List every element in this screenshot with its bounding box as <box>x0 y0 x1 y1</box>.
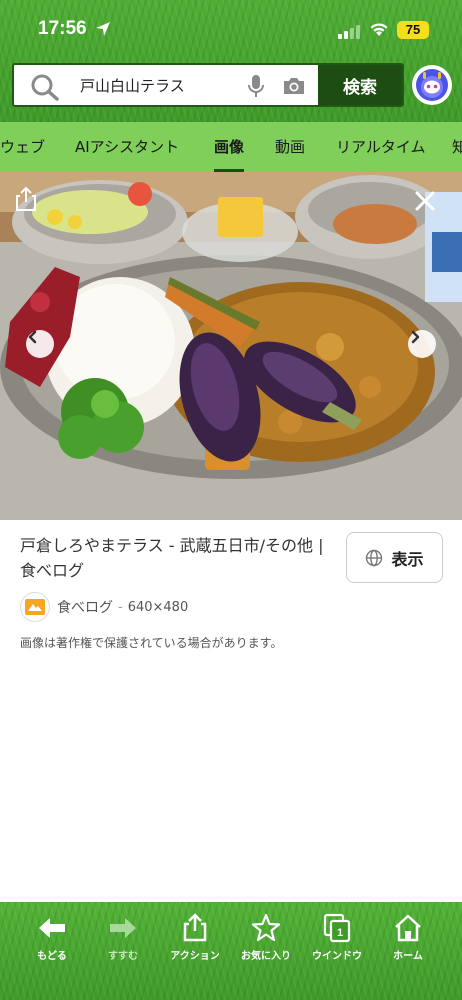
tab-web[interactable]: ウェブ <box>0 122 45 172</box>
action-label: アクション <box>170 951 220 962</box>
result-title-link[interactable]: 戸倉しろやまテラス - 武蔵五日市/その他 | 食べログ <box>20 533 340 583</box>
next-image-button[interactable] <box>408 330 436 358</box>
location-arrow-icon <box>95 21 111 41</box>
share-image-button[interactable] <box>14 186 48 220</box>
view-button-label: 表示 <box>391 549 424 569</box>
tab-knowledge[interactable]: 知 <box>452 122 462 172</box>
image-size: 640×480 <box>127 599 189 615</box>
action-button[interactable]: アクション <box>160 912 230 968</box>
back-label: もどる <box>37 951 67 962</box>
home-label: ホーム <box>393 951 423 962</box>
search-input[interactable] <box>80 65 240 105</box>
image-preview[interactable] <box>0 172 462 520</box>
windows-label: ウインドウ <box>312 951 362 962</box>
camera-icon[interactable] <box>282 76 306 100</box>
search-button[interactable]: 検索 <box>318 65 402 105</box>
view-page-button[interactable]: 表示 <box>346 532 443 583</box>
tabelog-logo-icon <box>25 599 45 615</box>
close-icon <box>415 191 435 211</box>
source-row: 食べログ - 640×480 <box>20 592 188 622</box>
home-button[interactable]: ホーム <box>373 912 443 968</box>
forward-label: すすむ <box>108 951 138 962</box>
tab-videos[interactable]: 動画 <box>275 122 305 172</box>
windows-icon: 1 <box>323 913 351 943</box>
tab-realtime[interactable]: リアルタイム <box>336 122 426 172</box>
source-logo <box>20 592 50 622</box>
cellular-signal-icon <box>338 24 360 43</box>
forward-button[interactable]: すすむ <box>88 912 158 968</box>
battery-indicator: 75 <box>397 21 429 39</box>
source-name: 食べログ <box>57 600 113 616</box>
favorites-button[interactable]: お気に入り <box>231 912 301 968</box>
ai-assistant-avatar[interactable] <box>412 65 452 105</box>
status-time: 17:56 <box>38 18 87 39</box>
copyright-notice: 画像は著作権で保護されている場合があります。 <box>20 636 283 650</box>
previous-image-button[interactable] <box>26 330 54 358</box>
tab-images[interactable]: 画像 <box>214 122 245 172</box>
microphone-icon[interactable] <box>246 74 266 102</box>
forward-arrow-icon <box>110 918 136 938</box>
close-preview-button[interactable] <box>414 190 448 224</box>
header: 17:56 75 戸山白山テラス 検索 <box>0 0 462 122</box>
bottom-toolbar: もどる すすむ アクション お気に入り 1 ウインドウ ホーム <box>0 902 462 1000</box>
star-icon <box>251 913 281 942</box>
source-separator: - <box>118 599 123 615</box>
curry-plate-photo <box>0 172 462 520</box>
back-button[interactable]: もどる <box>17 912 87 968</box>
globe-icon <box>366 549 383 566</box>
tab-ai-assistant[interactable]: AIアシスタント <box>75 122 179 172</box>
chevron-right-icon <box>411 330 420 344</box>
share-icon <box>183 913 207 942</box>
search-box: 検索 <box>12 63 404 107</box>
windows-button[interactable]: 1 ウインドウ <box>302 912 372 968</box>
favorites-label: お気に入り <box>241 951 291 962</box>
wifi-icon <box>369 21 389 41</box>
chevron-left-icon <box>28 330 37 344</box>
search-icon <box>30 73 60 105</box>
status-bar: 17:56 75 <box>0 0 462 60</box>
search-tabs: ウェブ AIアシスタント 画像 動画 リアルタイム 知 <box>0 122 462 172</box>
window-count-badge: 1 <box>337 927 343 939</box>
assistant-character-icon <box>416 69 448 101</box>
home-icon <box>395 914 421 942</box>
share-icon <box>16 186 36 211</box>
back-arrow-icon <box>39 918 65 938</box>
